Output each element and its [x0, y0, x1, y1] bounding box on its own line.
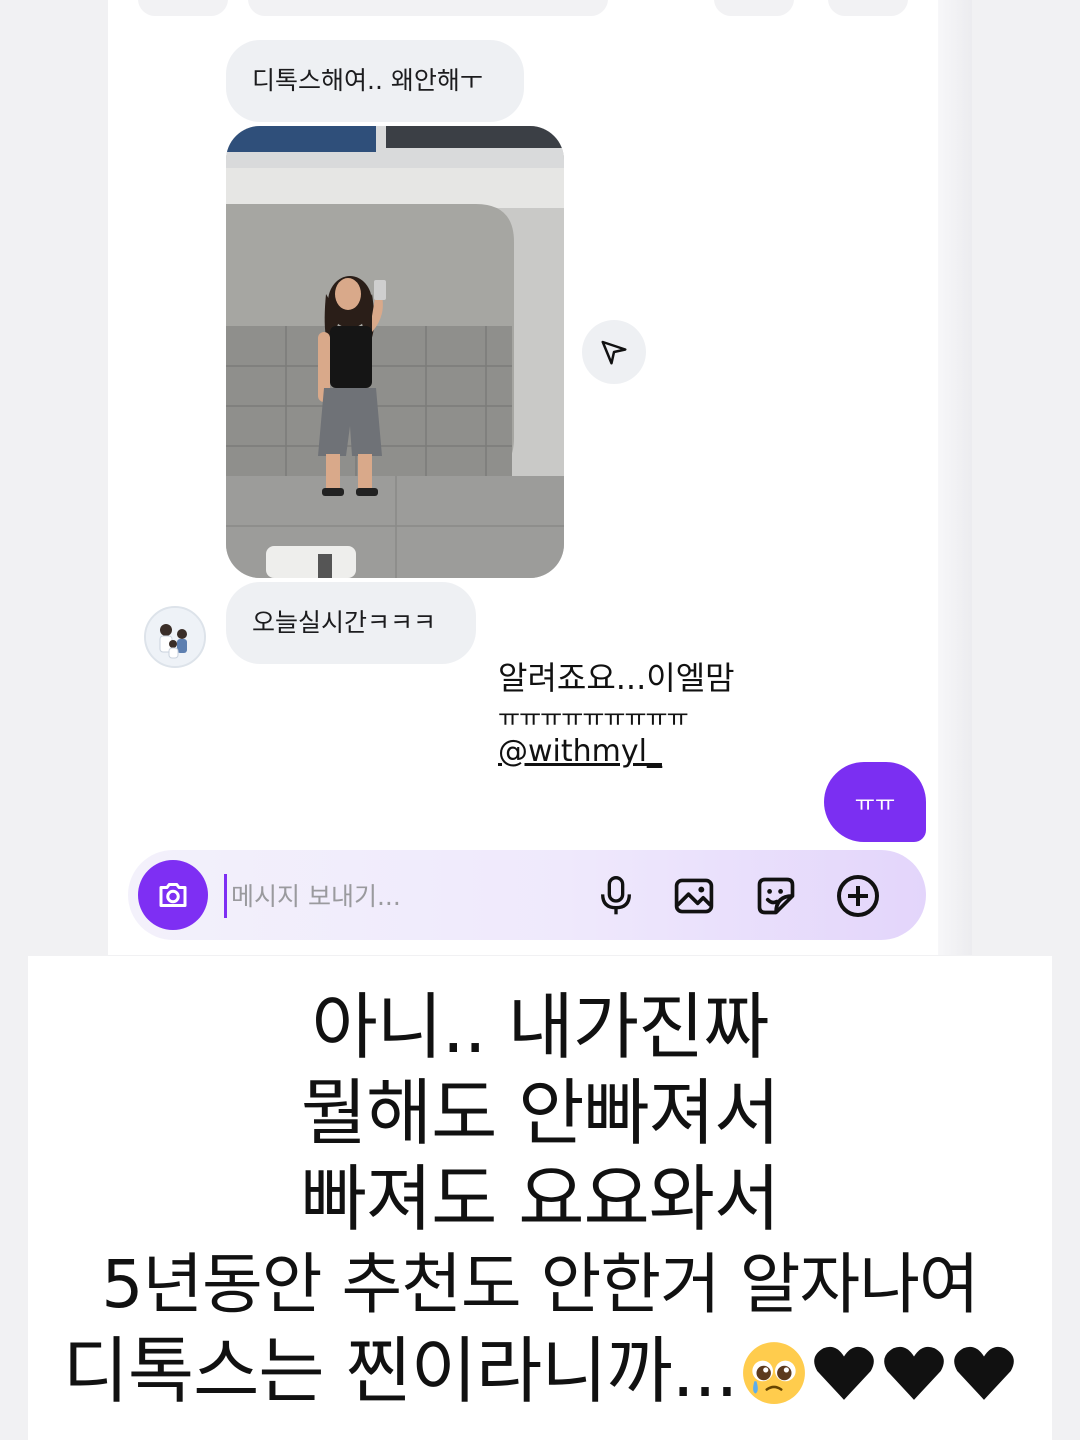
caption-line: 빠져도 요요와서: [300, 1157, 781, 1241]
black-heart-icon: [814, 1346, 875, 1400]
microphone-button[interactable]: [592, 872, 640, 920]
message-text: 디톡스해여.. 왜안해ㅜ: [252, 66, 483, 95]
chat-screenshot: 디톡스해여.. 왜안해ㅜ 오늘실시간ㅋㅋㅋ 알려죠요...이엘맘 ㅠㅠㅠㅠㅠㅠㅠ…: [108, 0, 972, 955]
caption-last-line: 디톡스는 찐이라니까...: [28, 1328, 1052, 1414]
message-input[interactable]: [224, 874, 573, 918]
black-heart-icon: [954, 1346, 1015, 1400]
black-heart-icon: [884, 1346, 945, 1400]
plus-circle-icon: [837, 875, 879, 917]
message-text: ㅠㅠ: [854, 792, 896, 817]
header-fragment: [138, 0, 228, 16]
photo-message[interactable]: [226, 126, 564, 578]
mirror-selfie-image: [226, 126, 564, 578]
message-text: 오늘실시간ㅋㅋㅋ: [252, 608, 437, 637]
sticker-line: 알려죠요...이엘맘: [498, 659, 735, 697]
microphone-icon: [601, 876, 631, 915]
gallery-button[interactable]: [670, 872, 718, 920]
incoming-message[interactable]: 디톡스해여.. 왜안해ㅜ: [226, 40, 524, 122]
header-fragment: [714, 0, 794, 16]
header-fragment: [248, 0, 608, 16]
avatar-image: [146, 608, 204, 666]
add-button[interactable]: [834, 872, 882, 920]
image-icon: [674, 878, 714, 914]
caption-text-block: 아니.. 내가진짜 뭘해도 안빠져서 빠져도 요요와서 5년동안 추천도 안한거…: [28, 956, 1052, 1440]
pleading-face-emoji-icon: [743, 1342, 806, 1404]
camera-button[interactable]: [138, 860, 208, 930]
caption-line: 디톡스는 찐이라니까...: [62, 1329, 739, 1413]
caption-line: 5년동안 추천도 안한거 알자나여: [101, 1246, 979, 1323]
camera-icon: [159, 883, 187, 907]
sticker-icon: [757, 877, 795, 915]
outgoing-message[interactable]: ㅠㅠ: [824, 762, 926, 842]
caption-line: 뭘해도 안빠져서: [300, 1071, 781, 1155]
incoming-message[interactable]: 오늘실시간ㅋㅋㅋ: [226, 582, 476, 664]
text-sticker[interactable]: 알려죠요...이엘맘 ㅠㅠㅠㅠㅠㅠㅠㅠㅠ @withmyl_: [498, 656, 758, 772]
caption-line: 아니.. 내가진짜: [311, 985, 769, 1069]
sticker-handle[interactable]: @withmyl_: [498, 732, 758, 772]
share-button[interactable]: [582, 320, 646, 384]
header-fragment: [828, 0, 908, 16]
sticker-line: ㅠㅠㅠㅠㅠㅠㅠㅠㅠ: [498, 704, 689, 732]
message-composer: [128, 850, 926, 940]
sticker-button[interactable]: [752, 872, 800, 920]
avatar[interactable]: [144, 606, 206, 668]
send-icon: [601, 340, 627, 365]
